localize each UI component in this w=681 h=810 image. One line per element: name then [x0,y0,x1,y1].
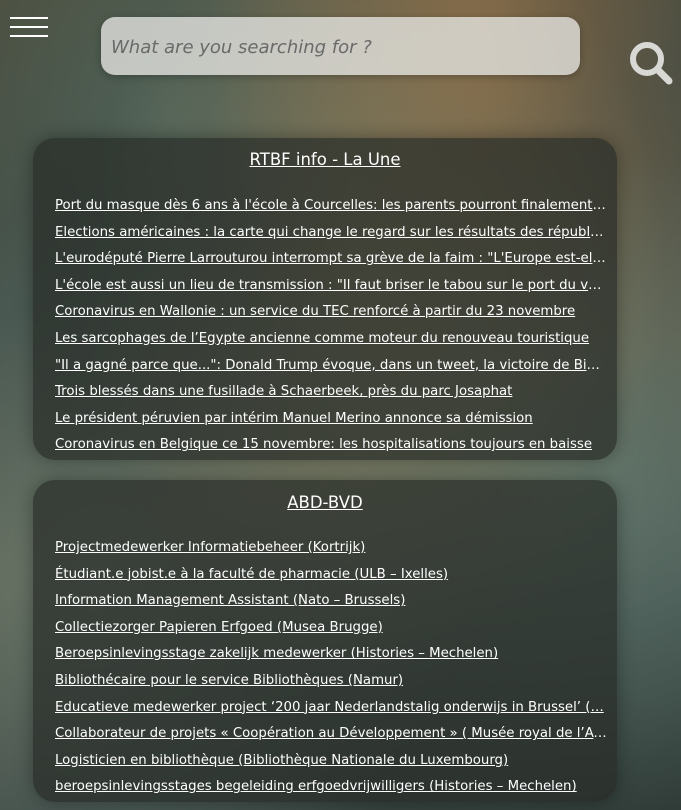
search-icon[interactable] [627,39,675,87]
menu-bar [10,26,48,28]
list-item: Bibliothécaire pour le service Bibliothè… [55,668,607,695]
feed-link[interactable]: Educatieve medewerker project ‘200 jaar … [55,695,607,722]
feed-title[interactable]: RTBF info - La Une [33,150,617,169]
list-item: Projectmedewerker Informatiebeheer (Kort… [55,535,607,562]
feed-link[interactable]: Beroepsinlevingsstage zakelijk medewerke… [55,641,607,668]
list-item: Coronavirus en Wallonie : un service du … [55,299,607,326]
list-item: Collectiezorger Papieren Erfgoed (Musea … [55,615,607,642]
feed-link[interactable]: Collectiezorger Papieren Erfgoed (Musea … [55,615,607,642]
list-item: Logisticien en bibliothèque (Bibliothèqu… [55,748,607,775]
feed-link[interactable]: Coronavirus en Wallonie : un service du … [55,299,607,326]
list-item: Elections américaines : la carte qui cha… [55,220,607,247]
feed-title[interactable]: ABD-BVD [33,493,617,512]
list-item: Étudiant.e jobist.e à la faculté de phar… [55,562,607,589]
list-item: L'eurodéputé Pierre Larrouturou interrom… [55,246,607,273]
search-input[interactable] [109,27,513,67]
list-item: Le président péruvien par intérim Manuel… [55,406,607,433]
list-item: Collaborateur de projets « Coopération a… [55,721,607,748]
feed-link[interactable]: L'eurodéputé Pierre Larrouturou interrom… [55,246,607,273]
feed-link[interactable]: beroepsinlevingsstages begeleiding erfgo… [55,774,607,801]
list-item: Information Management Assistant (Nato –… [55,588,607,615]
feed-card-abd-bvd: ABD-BVD Projectmedewerker Informatiebehe… [33,480,617,802]
feed-link[interactable]: Information Management Assistant (Nato –… [55,588,607,615]
list-item: Beroepsinlevingsstage zakelijk medewerke… [55,641,607,668]
feed-link[interactable]: Bibliothécaire pour le service Bibliothè… [55,668,607,695]
feed-link[interactable]: Le président péruvien par intérim Manuel… [55,406,607,433]
list-item: Educatieve medewerker project ‘200 jaar … [55,695,607,722]
feed-link[interactable]: Les sarcophages de l’Egypte ancienne com… [55,326,607,353]
feed-link[interactable]: Elections américaines : la carte qui cha… [55,220,607,247]
list-item: "Il a gagné parce que...": Donald Trump … [55,353,607,380]
list-item: Coronavirus en Belgique ce 15 novembre: … [55,432,607,459]
feed-link[interactable]: "Il a gagné parce que...": Donald Trump … [55,353,607,380]
list-item: Trois blessés dans une fusillade à Schae… [55,379,607,406]
feed-link[interactable]: Projectmedewerker Informatiebeheer (Kort… [55,535,607,562]
feed-link[interactable]: L'école est aussi un lieu de transmissio… [55,273,607,300]
feed-list: Projectmedewerker Informatiebeheer (Kort… [55,535,607,801]
feed-link[interactable]: Port du masque dès 6 ans à l'école à Cou… [55,193,607,220]
feed-link[interactable]: Logisticien en bibliothèque (Bibliothèqu… [55,748,607,775]
list-item: L'école est aussi un lieu de transmissio… [55,273,607,300]
feed-link[interactable]: Collaborateur de projets « Coopération a… [55,721,607,748]
list-item: Port du masque dès 6 ans à l'école à Cou… [55,193,607,220]
menu-bar [10,17,48,19]
feed-card-rtbf: RTBF info - La Une Port du masque dès 6 … [33,138,617,460]
list-item: Les sarcophages de l’Egypte ancienne com… [55,326,607,353]
hamburger-menu-icon[interactable] [10,14,48,40]
feed-link[interactable]: Étudiant.e jobist.e à la faculté de phar… [55,562,607,589]
list-item: beroepsinlevingsstages begeleiding erfgo… [55,774,607,801]
feed-list: Port du masque dès 6 ans à l'école à Cou… [55,193,607,459]
menu-bar [10,35,48,37]
feed-link[interactable]: Trois blessés dans une fusillade à Schae… [55,379,607,406]
feed-link[interactable]: Coronavirus en Belgique ce 15 novembre: … [55,432,607,459]
search-bar [101,17,673,85]
